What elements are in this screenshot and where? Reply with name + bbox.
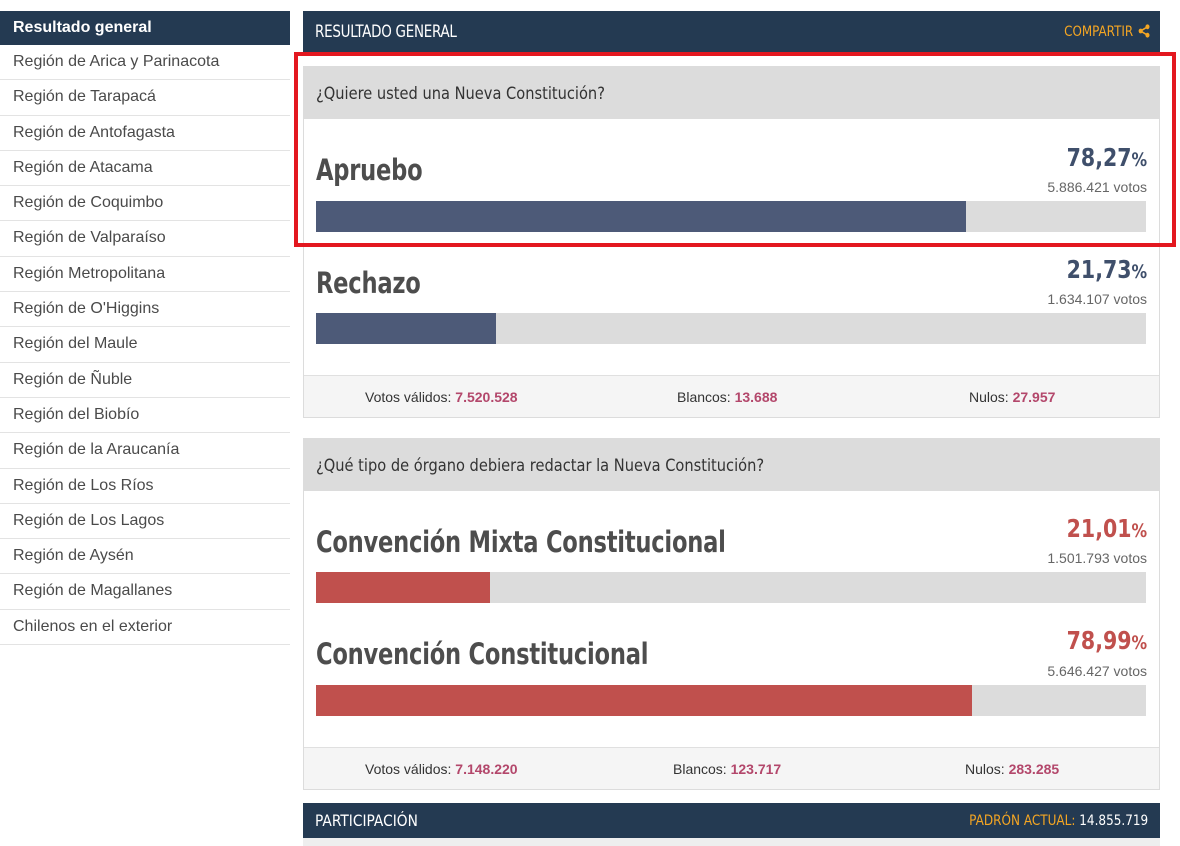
result-bar xyxy=(316,201,1146,232)
sidebar-item[interactable]: Región de Ñuble xyxy=(0,363,290,398)
vote-totals: Votos válidos: 7.148.220 Blancos: 123.71… xyxy=(304,747,1159,789)
region-sidebar: Resultado general Región de Arica y Parin… xyxy=(0,11,290,646)
participation-title: PARTICIPACIÓN xyxy=(315,811,418,830)
sidebar-item[interactable]: Región de Tarapacá xyxy=(0,80,290,116)
sidebar-item[interactable]: Región de Antofagasta xyxy=(0,116,290,151)
sidebar-item[interactable]: Región de la Araucanía xyxy=(0,433,290,469)
share-button[interactable]: COMPARTIR xyxy=(1064,11,1150,54)
sidebar-item[interactable]: Chilenos en el exterior xyxy=(0,610,290,646)
result-bar xyxy=(316,685,1146,716)
option-votes: 5.886.421 votos xyxy=(1047,179,1147,195)
sidebar-item[interactable]: Región de Valparaíso xyxy=(0,221,290,257)
valid-votes: Votos válidos: 7.148.220 xyxy=(365,761,518,777)
padron-summary: PADRÓN ACTUAL: 14.855.719 xyxy=(969,803,1148,839)
option-rechazo: Rechazo 21,73% 1.634.107 votos xyxy=(316,250,1147,345)
option-votes: 5.646.427 votos xyxy=(1047,663,1147,679)
null-votes: Nulos: 27.957 xyxy=(969,389,1056,405)
share-label: COMPARTIR xyxy=(1064,24,1133,40)
option-votes: 1.501.793 votos xyxy=(1047,550,1147,566)
option-label: Convención Constitucional xyxy=(316,637,649,671)
valid-votes: Votos válidos: 7.520.528 xyxy=(365,389,518,405)
participation-body xyxy=(303,838,1160,846)
sidebar-item[interactable]: Región de Magallanes xyxy=(0,574,290,610)
result-bar-fill xyxy=(316,572,491,603)
sidebar-item[interactable]: Región de Aysén xyxy=(0,539,290,575)
padron-value: 14.855.719 xyxy=(1079,813,1148,829)
result-bar xyxy=(316,572,1146,603)
option-label: Apruebo xyxy=(316,153,423,187)
option-percentage: 78,27% xyxy=(1066,143,1147,172)
sidebar-item[interactable]: Región del Biobío xyxy=(0,398,290,434)
sidebar-item[interactable]: Región de Coquimbo xyxy=(0,186,290,222)
question-card-organ: ¿Qué tipo de órgano debiera redactar la … xyxy=(303,438,1160,790)
sidebar-item[interactable]: Región Metropolitana xyxy=(0,257,290,293)
padron-label: PADRÓN ACTUAL: xyxy=(968,813,1076,829)
result-bar-fill xyxy=(316,313,497,344)
share-icon xyxy=(1138,24,1150,38)
option-convencion-mixta: Convención Mixta Constitucional 21,01% 1… xyxy=(316,509,1147,604)
vote-totals: Votos válidos: 7.520.528 Blancos: 13.688… xyxy=(304,375,1159,417)
participation-header: PARTICIPACIÓN PADRÓN ACTUAL: 14.855.719 xyxy=(303,803,1160,838)
option-convencion-constitucional: Convención Constitucional 78,99% 5.646.4… xyxy=(316,622,1147,717)
option-votes: 1.634.107 votos xyxy=(1047,291,1147,307)
option-percentage: 21,73% xyxy=(1066,255,1147,284)
question-card-constitution: ¿Quiere usted una Nueva Constitución? Ap… xyxy=(303,66,1160,418)
result-bar xyxy=(316,313,1146,344)
blank-votes: Blancos: 13.688 xyxy=(677,389,778,405)
sidebar-item[interactable]: Región de O'Higgins xyxy=(0,292,290,328)
option-percentage: 78,99% xyxy=(1066,626,1147,655)
sidebar-item[interactable]: Región de Arica y Parinacota xyxy=(0,45,290,81)
sidebar-item[interactable]: Región de Los Ríos xyxy=(0,469,290,504)
option-apruebo: Apruebo 78,27% 5.886.421 votos xyxy=(316,137,1147,232)
result-bar-fill xyxy=(316,685,972,716)
sidebar-item[interactable]: Región de Atacama xyxy=(0,151,290,187)
sidebar-item[interactable]: Resultado general xyxy=(0,11,290,45)
page-title: RESULTADO GENERAL xyxy=(315,22,457,42)
result-bar-fill xyxy=(316,201,966,232)
null-votes: Nulos: 283.285 xyxy=(965,761,1060,777)
question-title: ¿Qué tipo de órgano debiera redactar la … xyxy=(304,439,1159,491)
sidebar-item[interactable]: Región de Los Lagos xyxy=(0,504,290,540)
blank-votes: Blancos: 123.717 xyxy=(673,761,782,777)
results-header: RESULTADO GENERAL COMPARTIR xyxy=(303,11,1160,52)
option-percentage: 21,01% xyxy=(1066,514,1147,543)
option-label: Rechazo xyxy=(316,266,421,300)
sidebar-item[interactable]: Región del Maule xyxy=(0,327,290,363)
question-title: ¿Quiere usted una Nueva Constitución? xyxy=(304,67,1159,119)
option-label: Convención Mixta Constitucional xyxy=(316,525,726,559)
